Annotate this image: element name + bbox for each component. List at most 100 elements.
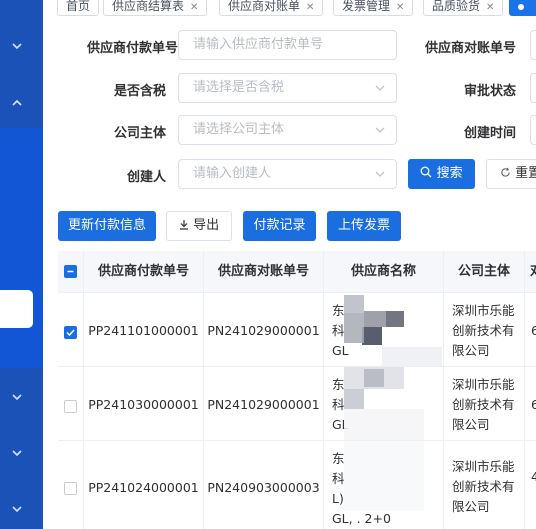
search-form: 供应商付款单号 请输入供应商付款单号 供应商对账单号 是否含税 请选择是否含税 … xyxy=(43,20,536,200)
pay-no-value: PP241030000001 xyxy=(88,397,199,412)
table-cell: PN240903000003 xyxy=(204,441,324,529)
pay-no-input[interactable]: 请输入供应商付款单号 xyxy=(178,30,397,60)
update-payment-button[interactable]: 更新付款信息 xyxy=(58,211,156,241)
upload-invoice-button[interactable]: 上传发票 xyxy=(327,211,401,241)
chevron-down-icon[interactable] xyxy=(10,39,24,53)
tax-label: 是否含税 xyxy=(113,84,166,99)
pay-no-value: PP241101000001 xyxy=(88,323,199,338)
created-time-picker[interactable] xyxy=(530,115,536,145)
chevron-down-icon xyxy=(374,116,386,144)
company-line: 创新技术有 xyxy=(452,323,515,338)
reset-button[interactable]: 重置 xyxy=(486,159,536,189)
search-button-label: 搜索 xyxy=(436,166,463,181)
pay-no-value: PP241024000001 xyxy=(88,480,199,495)
header-pay-no[interactable]: 供应商付款单号 xyxy=(84,251,204,293)
chevron-down-icon xyxy=(374,160,386,188)
tab-home[interactable]: 首页 xyxy=(57,0,100,16)
row-checkbox[interactable] xyxy=(64,482,77,495)
export-label: 导出 xyxy=(193,218,220,233)
table-cell: PP241030000001 xyxy=(84,367,204,441)
approval-select[interactable] xyxy=(530,73,536,103)
close-icon[interactable]: ✕ xyxy=(486,2,494,13)
supplier-line: GL, . 2+0 xyxy=(332,511,391,526)
supplier-name-cell: 东 科 L) GL, . 2+0 xyxy=(324,441,444,529)
search-icon xyxy=(420,166,432,181)
creator-input[interactable]: 请输入创建人 xyxy=(178,159,397,189)
company-text: 深圳市乐能 创新技术有 限公司 xyxy=(452,301,515,361)
company-line: 深圳市乐能 xyxy=(452,459,515,474)
tags-view-bar: 首页 供应商结算表 ✕ 供应商对账单 ✕ 发票管理 ✕ 品质验货 ✕ xyxy=(43,0,536,21)
tab-supplier-settlement[interactable]: 供应商结算表 ✕ xyxy=(103,0,208,16)
table-row-checkbox-cell xyxy=(58,441,84,529)
company-cell: 深圳市乐能 创新技术有 限公司 xyxy=(444,441,525,529)
payment-records-button[interactable]: 付款记录 xyxy=(243,211,316,241)
chevron-down-icon xyxy=(374,74,386,102)
tab-label: 发票管理 xyxy=(342,0,391,13)
recon-no-value: PN240903000003 xyxy=(207,480,320,495)
close-icon[interactable]: ✕ xyxy=(190,2,198,13)
supplier-name-cell: 东 科 GL xyxy=(324,367,444,441)
company-line: 限公司 xyxy=(452,343,490,358)
refresh-icon xyxy=(500,166,511,181)
company-cell: 深圳市乐能 创新技术有 限公司 xyxy=(444,293,525,367)
supplier-name-cell: 东 科 GL xyxy=(324,293,444,367)
payment-records-label: 付款记录 xyxy=(253,218,306,233)
recon-no-label: 供应商对账单号 xyxy=(424,41,516,56)
table-cell: 4 xyxy=(525,441,536,529)
tax-select[interactable]: 请选择是否含税 xyxy=(178,73,397,103)
tab-quality-inspection[interactable]: 品质验货 ✕ xyxy=(423,0,504,16)
header-supplier-name[interactable]: 供应商名称 xyxy=(324,251,444,293)
select-all-checkbox[interactable] xyxy=(64,265,77,278)
company-line: 创新技术有 xyxy=(452,397,515,412)
recon-no-input[interactable] xyxy=(530,30,536,60)
table-panel: 更新付款信息 导出 付款记录 上传发票 供应商付款单号 供应商对账单号 供应商名… xyxy=(43,200,536,529)
company-line: 深圳市乐能 xyxy=(452,303,515,318)
tab-label: 品质验货 xyxy=(432,0,481,13)
creator-placeholder: 请输入创建人 xyxy=(193,166,272,181)
table-cell: PP241024000001 xyxy=(84,441,204,529)
redaction-block xyxy=(364,369,384,387)
close-icon[interactable]: ✕ xyxy=(306,2,314,13)
redaction-block xyxy=(344,409,424,440)
reset-button-label: 重置 xyxy=(515,166,536,181)
company-line: 深圳市乐能 xyxy=(452,377,515,392)
company-line: 限公司 xyxy=(452,499,490,514)
search-button[interactable]: 搜索 xyxy=(408,159,475,189)
header-company[interactable]: 公司主体 xyxy=(444,251,525,293)
redaction-block xyxy=(386,311,404,327)
redaction-block xyxy=(344,313,364,343)
recon-no-value: PN241029000001 xyxy=(207,323,320,338)
active-dot-icon xyxy=(518,3,524,10)
company-cell: 深圳市乐能 创新技术有 限公司 xyxy=(444,367,525,441)
supplier-line: GL xyxy=(332,343,349,358)
tab-label: 供应商结算表 xyxy=(112,0,185,13)
tab-invoice-management[interactable]: 发票管理 ✕ xyxy=(333,0,414,16)
tab-current[interactable] xyxy=(509,0,536,16)
redaction-block xyxy=(344,295,364,313)
table-row-checkbox-cell xyxy=(58,367,84,441)
close-icon[interactable]: ✕ xyxy=(396,2,404,13)
sidebar-selected-item[interactable] xyxy=(0,290,33,328)
header-recon-no[interactable]: 供应商对账单号 xyxy=(204,251,324,293)
tab-label: 首页 xyxy=(66,0,91,13)
chevron-down-icon[interactable] xyxy=(10,390,24,404)
company-label: 公司主体 xyxy=(113,126,166,141)
chevron-up-icon[interactable] xyxy=(10,96,24,110)
header-next[interactable]: 对 xyxy=(525,251,536,293)
company-text: 深圳市乐能 创新技术有 限公司 xyxy=(452,457,515,517)
row-checkbox[interactable] xyxy=(64,326,77,339)
redaction-block xyxy=(344,389,364,409)
table-row-checkbox-cell xyxy=(58,293,84,367)
export-button[interactable]: 导出 xyxy=(166,211,232,241)
table-cell: PN241029000001 xyxy=(204,293,324,367)
chevron-down-icon[interactable] xyxy=(10,446,24,460)
pay-no-label: 供应商付款单号 xyxy=(86,41,178,56)
tab-supplier-reconciliation[interactable]: 供应商对账单 ✕ xyxy=(219,0,324,16)
download-icon xyxy=(179,218,189,233)
sidebar xyxy=(0,0,43,529)
redaction-block xyxy=(344,441,424,511)
row-checkbox[interactable] xyxy=(64,400,77,413)
chevron-down-icon[interactable] xyxy=(10,502,24,516)
extra-value: 4 xyxy=(531,469,536,484)
company-select[interactable]: 请选择公司主体 xyxy=(178,115,397,145)
